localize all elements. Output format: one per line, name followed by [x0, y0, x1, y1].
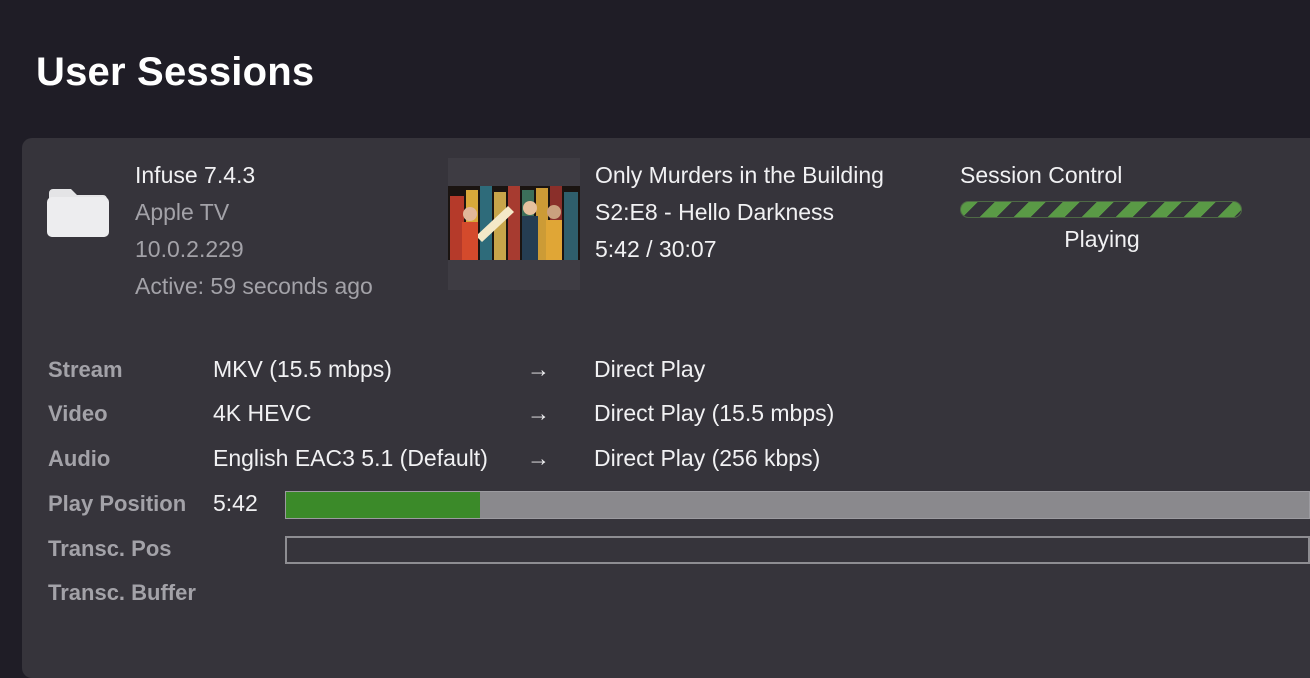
media-thumbnail[interactable] — [448, 158, 580, 290]
client-name: Infuse 7.4.3 — [135, 162, 256, 188]
audio-arrow-icon: → — [527, 445, 550, 471]
session-control: Session Control Playing — [960, 157, 1244, 253]
media-show-title[interactable]: Only Murders in the Building — [595, 157, 884, 194]
video-label: Video — [48, 401, 108, 426]
video-arrow-icon: → — [527, 400, 550, 426]
client-last-active: Active: 59 seconds ago — [135, 273, 373, 299]
audio-label: Audio — [48, 446, 111, 471]
media-episode-title[interactable]: S2:E8 - Hello Darkness — [595, 194, 884, 231]
play-position-fill — [286, 492, 481, 518]
audio-target: Direct Play (256 kbps) — [594, 445, 821, 471]
media-thumbnail-image — [448, 186, 580, 260]
transc-pos-bar — [285, 536, 1310, 564]
page-title: User Sessions — [36, 50, 315, 94]
client-device: Apple TV — [135, 199, 230, 225]
video-source: 4K HEVC — [213, 400, 312, 426]
stream-target: Direct Play — [594, 356, 706, 382]
play-position-value: 5:42 — [213, 490, 258, 516]
audio-source: English EAC3 5.1 (Default) — [213, 445, 488, 471]
stream-source: MKV (15.5 mbps) — [213, 356, 392, 382]
transc-buffer-label: Transc. Buffer — [48, 580, 196, 605]
session-status-bar — [960, 201, 1242, 218]
folder-icon — [47, 189, 109, 237]
session-control-title: Session Control — [960, 162, 1123, 188]
video-target: Direct Play (15.5 mbps) — [594, 400, 835, 426]
transc-pos-label: Transc. Pos — [48, 536, 172, 561]
client-info: Infuse 7.4.3 Apple TV 10.0.2.229 Active:… — [135, 157, 373, 305]
play-position-bar[interactable] — [285, 491, 1310, 519]
stream-label: Stream — [48, 357, 123, 382]
client-ip: 10.0.2.229 — [135, 236, 244, 262]
session-status-text: Playing — [1064, 226, 1140, 252]
stream-arrow-icon: → — [527, 356, 550, 382]
play-position-label: Play Position — [48, 491, 187, 516]
media-playback-time: 5:42 / 30:07 — [595, 236, 717, 262]
media-info: Only Murders in the Building S2:E8 - Hel… — [595, 157, 884, 268]
